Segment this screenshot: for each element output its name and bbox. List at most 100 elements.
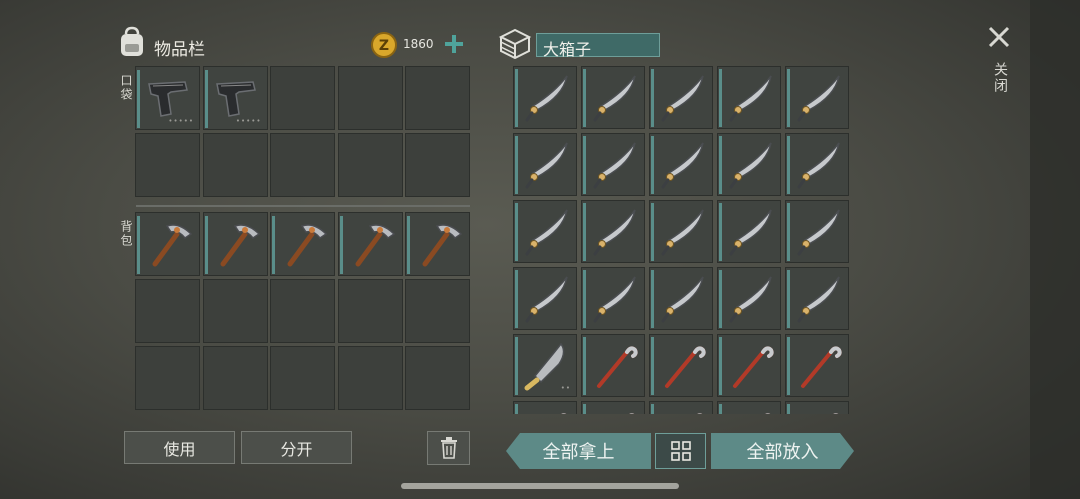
durability-bar	[787, 136, 790, 194]
close-label: 关闭	[992, 62, 1008, 94]
sword-icon	[723, 204, 779, 264]
put-all-button[interactable]: 全部放入	[711, 433, 854, 469]
empty-slot[interactable]	[202, 346, 268, 410]
slot-crowbar[interactable]	[717, 334, 781, 397]
slot-sword[interactable]	[717, 66, 781, 129]
slot-pickaxe[interactable]	[202, 212, 268, 276]
empty-slot[interactable]	[135, 346, 200, 410]
crowbar-icon	[655, 405, 711, 414]
slot-sword[interactable]	[717, 200, 781, 263]
durability-bar	[583, 404, 586, 414]
durability-bar	[787, 69, 790, 127]
durability-bar	[272, 216, 275, 274]
sword-icon	[587, 204, 643, 264]
durability-bar	[407, 216, 410, 274]
empty-slot[interactable]	[270, 279, 335, 343]
split-button[interactable]: 分开	[241, 431, 352, 464]
sword-icon	[519, 271, 575, 331]
slot-crowbar[interactable]	[581, 401, 645, 414]
slot-sword[interactable]	[785, 133, 849, 196]
pickaxe-icon	[209, 216, 265, 276]
slot-crowbar[interactable]	[581, 334, 645, 397]
slot-sword[interactable]	[649, 200, 713, 263]
slot-sword[interactable]	[649, 66, 713, 129]
slot-sword[interactable]	[649, 133, 713, 196]
empty-slot[interactable]	[337, 279, 403, 343]
slot-sword[interactable]	[581, 66, 645, 129]
sword-icon	[723, 137, 779, 197]
slot-sword[interactable]	[785, 66, 849, 129]
durability-bar	[583, 337, 586, 395]
rating-dots: •••••	[168, 117, 194, 125]
empty-slot[interactable]	[405, 279, 470, 343]
empty-slot[interactable]	[405, 66, 470, 130]
slot-machete[interactable]: ••	[513, 334, 577, 397]
inventory-title: 物品栏	[154, 40, 205, 60]
durability-bar	[583, 136, 586, 194]
slot-pickaxe[interactable]	[337, 212, 403, 276]
chest-icon	[497, 27, 533, 60]
sword-icon	[587, 271, 643, 331]
slot-pickaxe[interactable]	[405, 212, 470, 276]
empty-slot[interactable]	[405, 133, 470, 197]
slot-crowbar[interactable]	[785, 401, 849, 414]
slot-sword[interactable]	[513, 200, 577, 263]
slot-sword[interactable]	[581, 133, 645, 196]
empty-slot[interactable]	[135, 133, 200, 197]
slot-sword[interactable]	[513, 133, 577, 196]
trash-button[interactable]	[427, 431, 470, 465]
chest-title-box: 大箱子	[536, 33, 660, 59]
empty-slot[interactable]	[270, 66, 335, 130]
slot-crowbar[interactable]	[717, 401, 781, 414]
slot-crowbar[interactable]	[785, 334, 849, 397]
slot-sword[interactable]	[513, 66, 577, 129]
empty-slot[interactable]	[270, 133, 335, 197]
use-button[interactable]: 使用	[124, 431, 235, 464]
slot-pickaxe[interactable]	[135, 212, 200, 276]
slot-sword[interactable]	[581, 200, 645, 263]
slot-pistol[interactable]: •••••	[202, 66, 268, 130]
crowbar-icon	[723, 338, 779, 398]
slot-pistol[interactable]: •••••	[135, 66, 200, 130]
sort-button[interactable]	[655, 433, 706, 469]
add-coins-button[interactable]	[443, 33, 465, 55]
sword-icon	[519, 70, 575, 130]
empty-slot[interactable]	[337, 346, 403, 410]
plus-icon	[445, 35, 463, 53]
slot-sword[interactable]	[717, 133, 781, 196]
slot-crowbar[interactable]	[513, 401, 577, 414]
empty-slot[interactable]	[405, 346, 470, 410]
slot-sword[interactable]	[785, 200, 849, 263]
crowbar-icon	[587, 338, 643, 398]
empty-slot[interactable]	[337, 133, 403, 197]
sword-icon	[791, 137, 847, 197]
backpack-label: 背包	[119, 220, 133, 248]
close-icon	[988, 26, 1010, 48]
slot-pickaxe[interactable]	[270, 212, 335, 276]
durability-bar	[137, 216, 140, 274]
sword-icon	[655, 70, 711, 130]
durability-bar	[515, 404, 518, 414]
slot-sword[interactable]	[717, 267, 781, 330]
empty-slot[interactable]	[202, 133, 268, 197]
empty-slot[interactable]	[270, 346, 335, 410]
empty-slot[interactable]	[337, 66, 403, 130]
slot-sword[interactable]	[581, 267, 645, 330]
durability-bar	[515, 136, 518, 194]
slot-crowbar[interactable]	[649, 334, 713, 397]
durability-bar	[787, 270, 790, 328]
durability-bar	[719, 337, 722, 395]
pickaxe-icon	[411, 216, 467, 276]
slot-sword[interactable]	[649, 267, 713, 330]
slot-sword[interactable]	[513, 267, 577, 330]
durability-bar	[515, 69, 518, 127]
sword-icon	[723, 70, 779, 130]
empty-slot[interactable]	[202, 279, 268, 343]
home-indicator	[401, 483, 679, 489]
take-all-button[interactable]: 全部拿上	[506, 433, 651, 469]
close-button[interactable]: 关闭	[982, 22, 1016, 102]
empty-slot[interactable]	[135, 279, 200, 343]
coin-count: 1860	[403, 37, 434, 51]
slot-sword[interactable]	[785, 267, 849, 330]
slot-crowbar[interactable]	[649, 401, 713, 414]
